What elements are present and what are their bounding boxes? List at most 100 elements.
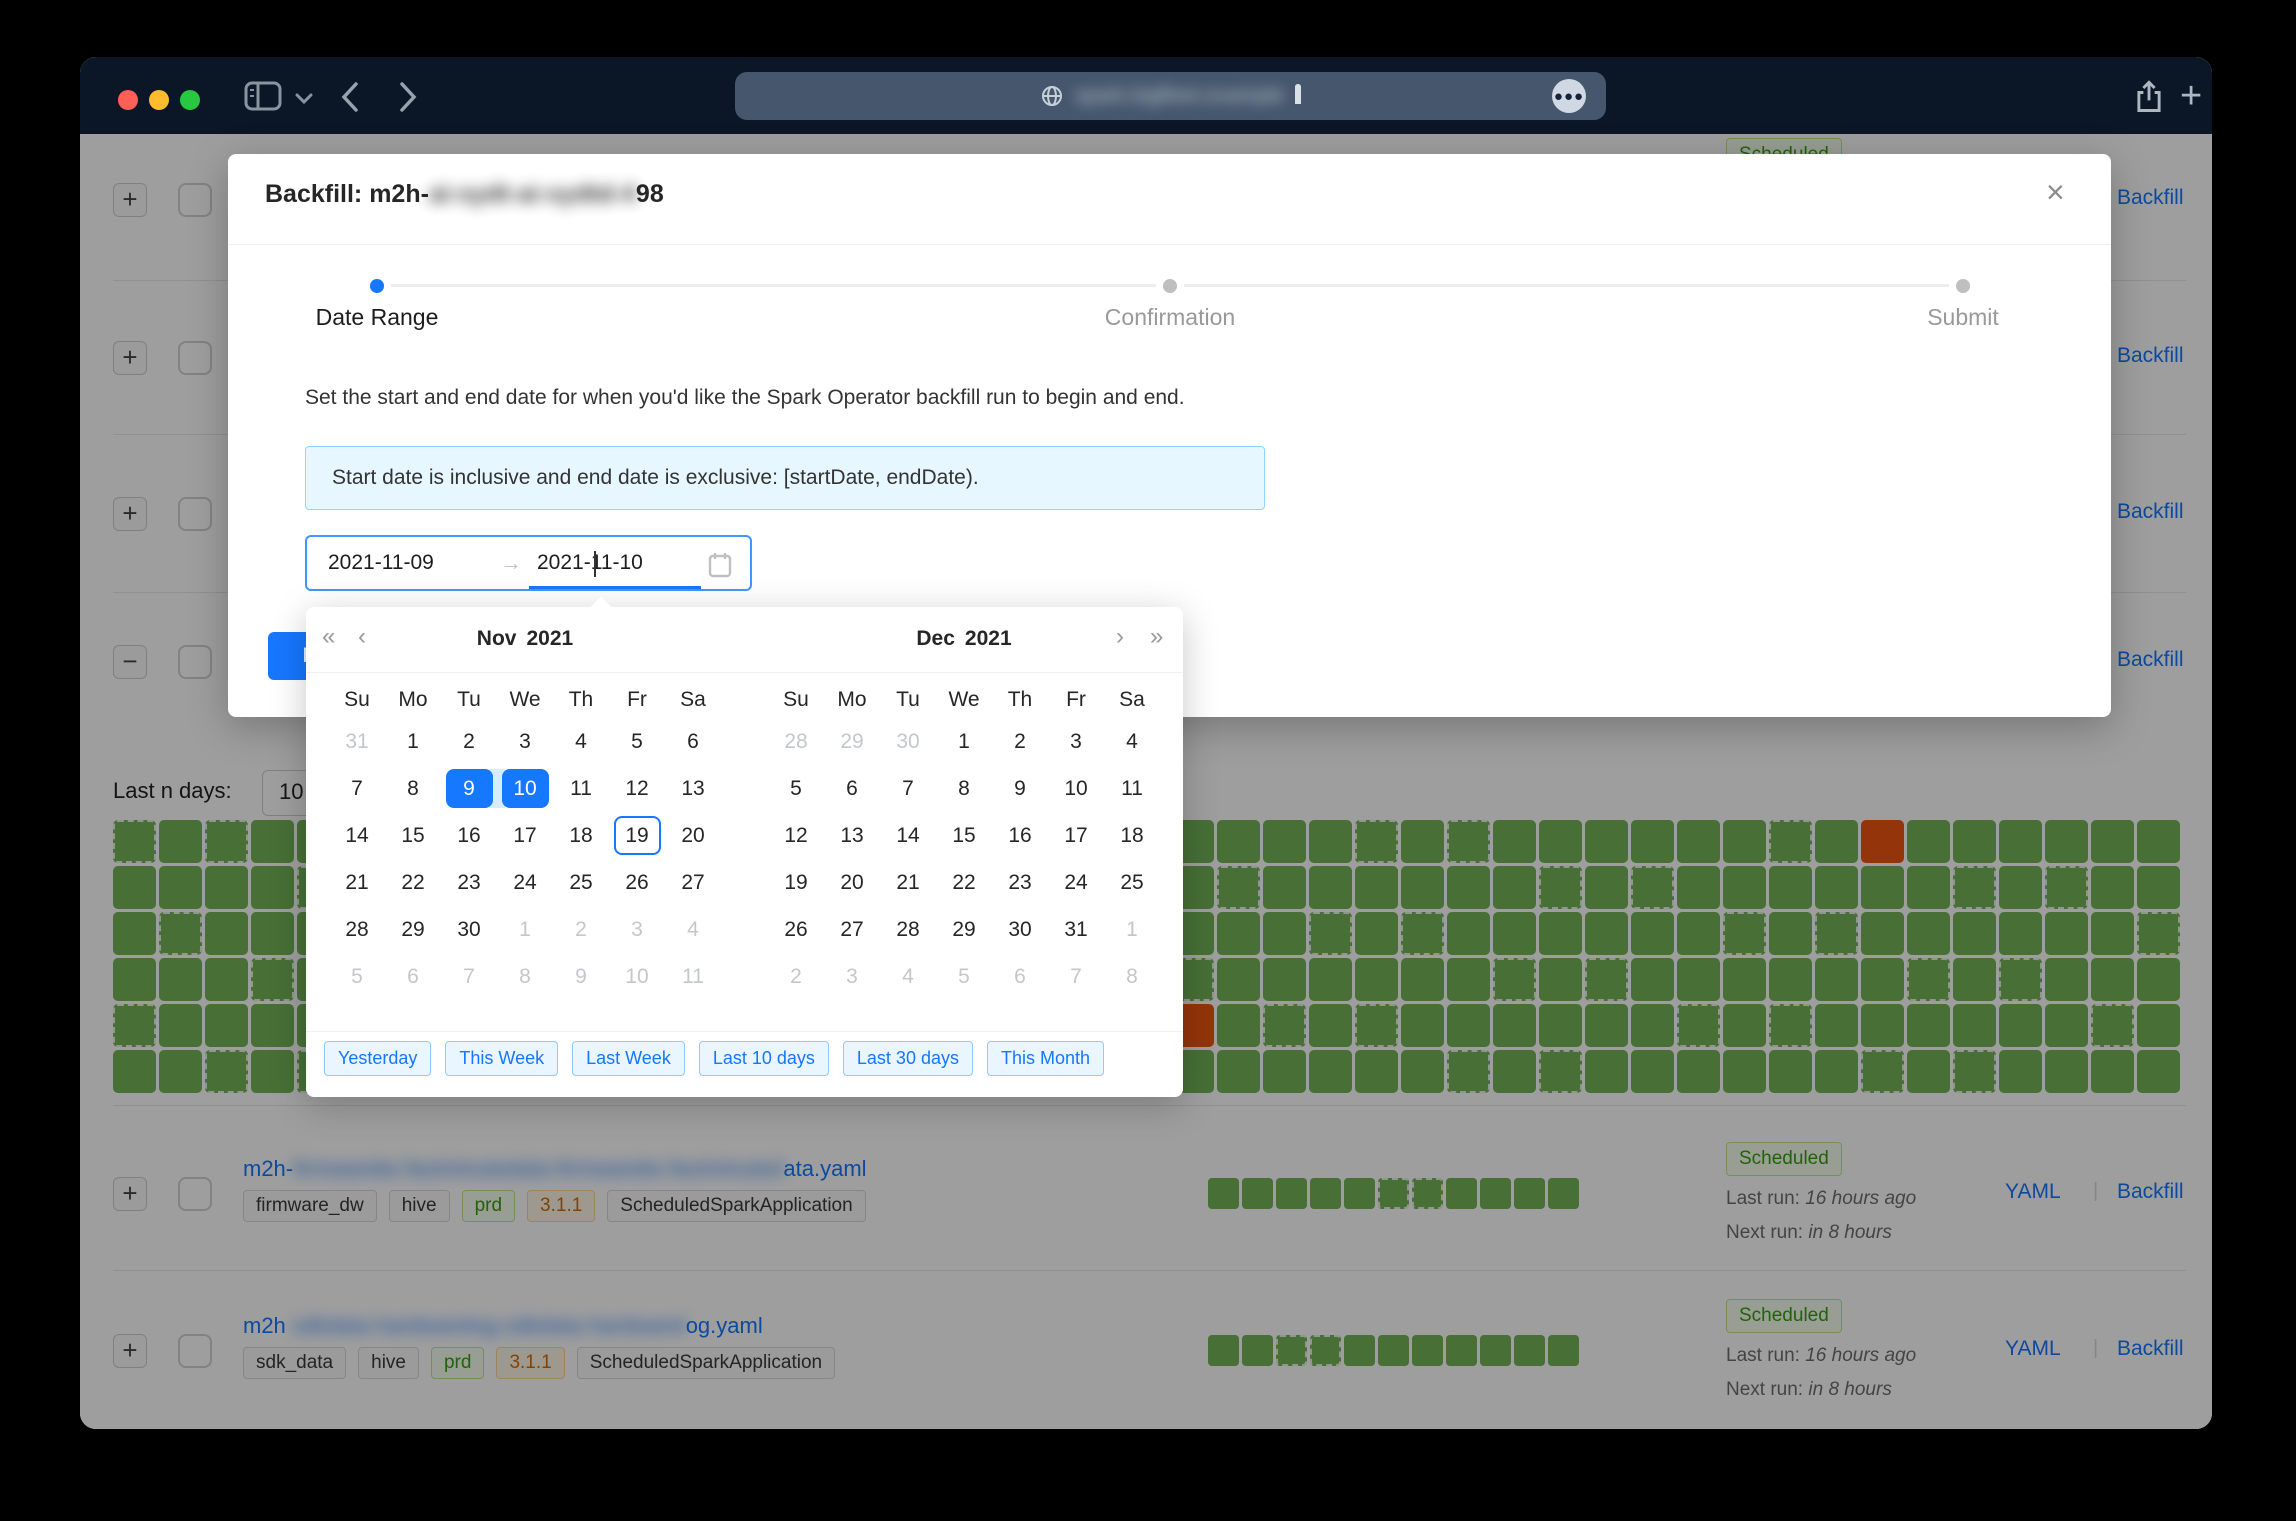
calendar-day-23[interactable]: 23 <box>992 859 1048 906</box>
date-range-picker[interactable]: 2021-11-09 → 2021-11-10 <box>305 535 752 591</box>
start-date-input[interactable]: 2021-11-09 <box>328 551 434 575</box>
calendar-day-muted-3[interactable]: 3 <box>824 953 880 1000</box>
calendar-day-27[interactable]: 27 <box>665 859 721 906</box>
calendar-day-8[interactable]: 8 <box>385 765 441 812</box>
calendar-day-15[interactable]: 15 <box>385 812 441 859</box>
calendar-day-9[interactable]: 9 <box>992 765 1048 812</box>
calendar-day-20[interactable]: 20 <box>665 812 721 859</box>
calendar-day-muted-6[interactable]: 6 <box>385 953 441 1000</box>
calendar-day-muted-7[interactable]: 7 <box>441 953 497 1000</box>
calendar-day-8[interactable]: 8 <box>936 765 992 812</box>
calendar-day-10[interactable]: 10 <box>1048 765 1104 812</box>
traffic-close-button[interactable] <box>118 90 138 110</box>
calendar-day-13[interactable]: 13 <box>665 765 721 812</box>
url-bar[interactable]: spark.bigfleet.example ●●● <box>735 72 1606 120</box>
quick-range-last-week[interactable]: Last Week <box>572 1041 685 1076</box>
calendar-day-muted-7[interactable]: 7 <box>1048 953 1104 1000</box>
calendar-day-29[interactable]: 29 <box>936 906 992 953</box>
reader-ellipsis-icon[interactable]: ●●● <box>1552 79 1586 113</box>
calendar-day-12[interactable]: 12 <box>768 812 824 859</box>
calendar-day-20[interactable]: 20 <box>824 859 880 906</box>
quick-range-this-month[interactable]: This Month <box>987 1041 1104 1076</box>
traffic-zoom-button[interactable] <box>180 90 200 110</box>
new-tab-icon[interactable]: + <box>2180 75 2202 118</box>
calendar-day-25[interactable]: 25 <box>1104 859 1160 906</box>
calendar-day-9[interactable]: 9 <box>441 765 497 812</box>
calendar-day-muted-2[interactable]: 2 <box>768 953 824 1000</box>
calendar-day-22[interactable]: 22 <box>936 859 992 906</box>
calendar-day-muted-1[interactable]: 1 <box>1104 906 1160 953</box>
calendar-day-muted-6[interactable]: 6 <box>992 953 1048 1000</box>
calendar-day-muted-31[interactable]: 31 <box>329 718 385 765</box>
calendar-day-14[interactable]: 14 <box>329 812 385 859</box>
calendar-day-5[interactable]: 5 <box>609 718 665 765</box>
quick-range-last-30-days[interactable]: Last 30 days <box>843 1041 973 1076</box>
calendar-day-muted-1[interactable]: 1 <box>497 906 553 953</box>
traffic-minimize-button[interactable] <box>149 90 169 110</box>
calendar-day-4[interactable]: 4 <box>553 718 609 765</box>
calendar-day-24[interactable]: 24 <box>1048 859 1104 906</box>
next-month-icon[interactable]: › <box>1116 625 1124 649</box>
calendar-day-muted-4[interactable]: 4 <box>880 953 936 1000</box>
calendar-day-17[interactable]: 17 <box>497 812 553 859</box>
calendar-day-4[interactable]: 4 <box>1104 718 1160 765</box>
calendar-day-16[interactable]: 16 <box>992 812 1048 859</box>
calendar-day-11[interactable]: 11 <box>553 765 609 812</box>
calendar-day-16[interactable]: 16 <box>441 812 497 859</box>
calendar-day-21[interactable]: 21 <box>329 859 385 906</box>
calendar-day-26[interactable]: 26 <box>609 859 665 906</box>
calendar-day-muted-11[interactable]: 11 <box>665 953 721 1000</box>
calendar-icon[interactable] <box>708 552 732 578</box>
calendar-day-muted-10[interactable]: 10 <box>609 953 665 1000</box>
calendar-day-13[interactable]: 13 <box>824 812 880 859</box>
calendar-day-28[interactable]: 28 <box>329 906 385 953</box>
calendar-day-1[interactable]: 1 <box>936 718 992 765</box>
calendar-day-1[interactable]: 1 <box>385 718 441 765</box>
super-next-icon[interactable]: » <box>1150 625 1163 649</box>
calendar-day-27[interactable]: 27 <box>824 906 880 953</box>
calendar-day-23[interactable]: 23 <box>441 859 497 906</box>
calendar-day-2[interactable]: 2 <box>992 718 1048 765</box>
calendar-day-15[interactable]: 15 <box>936 812 992 859</box>
calendar-day-24[interactable]: 24 <box>497 859 553 906</box>
calendar-day-5[interactable]: 5 <box>768 765 824 812</box>
calendar-day-muted-28[interactable]: 28 <box>768 718 824 765</box>
back-button-icon[interactable] <box>340 81 360 113</box>
calendar-day-17[interactable]: 17 <box>1048 812 1104 859</box>
calendar-day-2[interactable]: 2 <box>441 718 497 765</box>
calendar-day-muted-8[interactable]: 8 <box>497 953 553 1000</box>
calendar-day-26[interactable]: 26 <box>768 906 824 953</box>
calendar-day-muted-9[interactable]: 9 <box>553 953 609 1000</box>
calendar-day-30[interactable]: 30 <box>992 906 1048 953</box>
calendar-day-muted-5[interactable]: 5 <box>329 953 385 1000</box>
calendar-day-11[interactable]: 11 <box>1104 765 1160 812</box>
forward-button-icon[interactable] <box>398 81 418 113</box>
calendar-day-12[interactable]: 12 <box>609 765 665 812</box>
calendar-day-muted-8[interactable]: 8 <box>1104 953 1160 1000</box>
calendar-day-3[interactable]: 3 <box>1048 718 1104 765</box>
calendar-day-22[interactable]: 22 <box>385 859 441 906</box>
calendar-day-14[interactable]: 14 <box>880 812 936 859</box>
calendar-day-muted-29[interactable]: 29 <box>824 718 880 765</box>
calendar-day-muted-5[interactable]: 5 <box>936 953 992 1000</box>
calendar-day-19[interactable]: 19 <box>768 859 824 906</box>
quick-range-this-week[interactable]: This Week <box>445 1041 558 1076</box>
calendar-day-28[interactable]: 28 <box>880 906 936 953</box>
calendar-day-muted-30[interactable]: 30 <box>880 718 936 765</box>
calendar-day-29[interactable]: 29 <box>385 906 441 953</box>
calendar-day-19[interactable]: 19 <box>609 812 665 859</box>
calendar-day-18[interactable]: 18 <box>553 812 609 859</box>
chevron-down-icon[interactable] <box>294 93 314 105</box>
quick-range-last-10-days[interactable]: Last 10 days <box>699 1041 829 1076</box>
end-date-input[interactable]: 2021-11-10 <box>537 551 643 575</box>
calendar-day-31[interactable]: 31 <box>1048 906 1104 953</box>
calendar-day-18[interactable]: 18 <box>1104 812 1160 859</box>
calendar-day-30[interactable]: 30 <box>441 906 497 953</box>
calendar-day-muted-4[interactable]: 4 <box>665 906 721 953</box>
calendar-day-25[interactable]: 25 <box>553 859 609 906</box>
calendar-day-21[interactable]: 21 <box>880 859 936 906</box>
calendar-day-10[interactable]: 10 <box>497 765 553 812</box>
calendar-day-muted-3[interactable]: 3 <box>609 906 665 953</box>
calendar-day-6[interactable]: 6 <box>665 718 721 765</box>
calendar-day-7[interactable]: 7 <box>880 765 936 812</box>
